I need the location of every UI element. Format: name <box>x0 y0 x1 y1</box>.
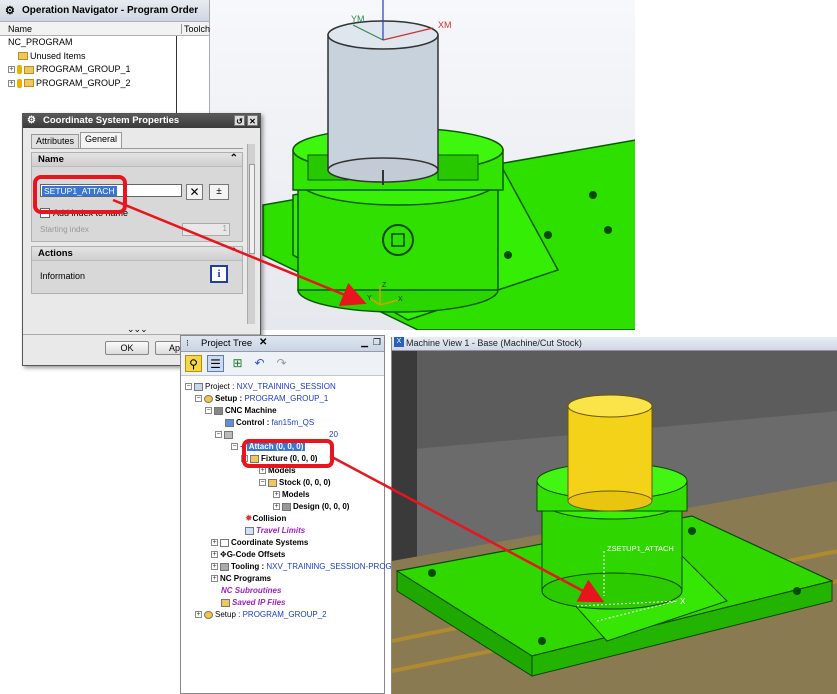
annotation-overlay <box>33 175 605 603</box>
highlight-box-attach <box>242 439 334 468</box>
highlight-box-name <box>33 175 127 214</box>
arrow-to-nx-csys <box>112 198 367 306</box>
arrow-to-machine-csys <box>329 454 605 603</box>
